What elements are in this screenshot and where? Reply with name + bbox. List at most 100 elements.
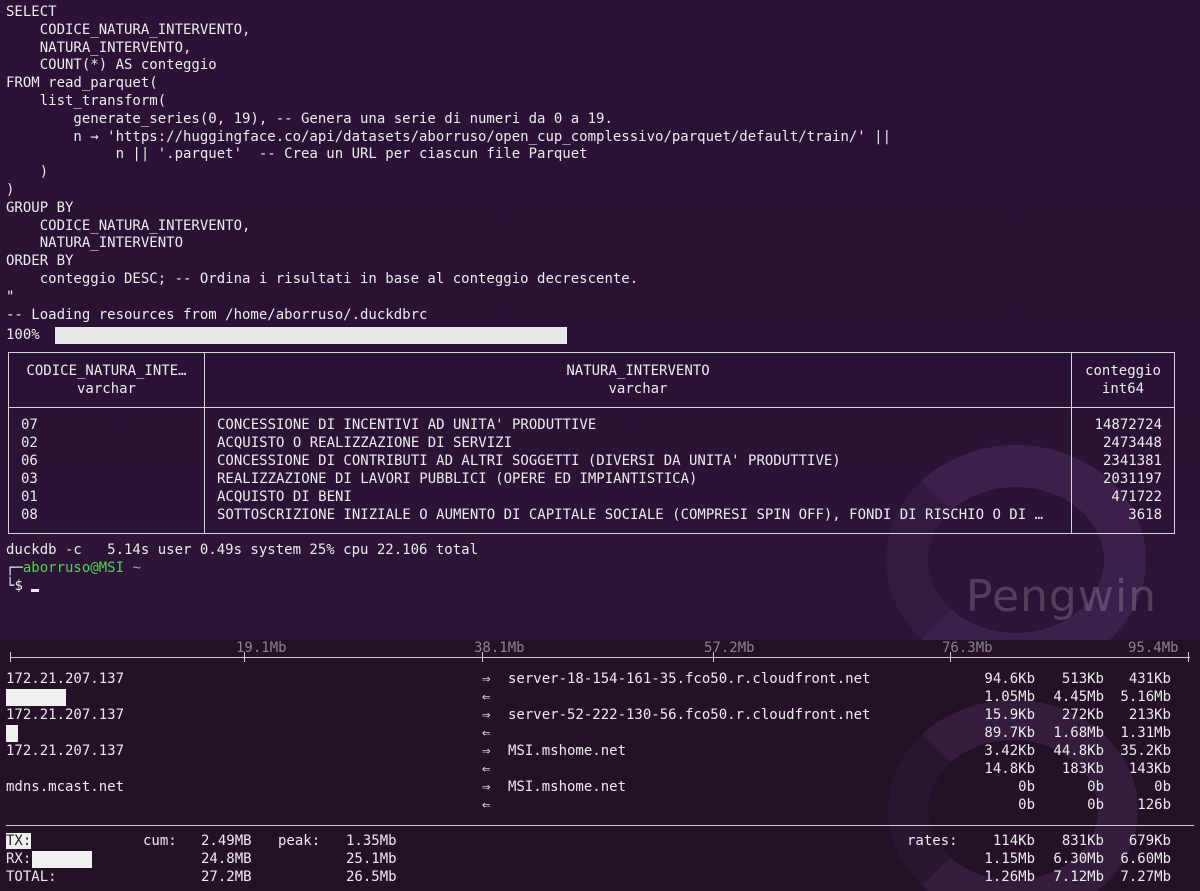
arrow-in-icon: ⇐ [482, 689, 491, 705]
total-rate-2s: 1.26Mb [984, 869, 1035, 885]
conn-rate-out: 0b [1018, 779, 1035, 795]
result-table: CODICE_NATURA_INTE… varchar NATURA_INTER… [8, 352, 1175, 534]
scale-axis [10, 657, 1190, 658]
sql-line: FROM read_parquet( [6, 75, 158, 92]
conn-rate-out: 35.2Kb [1120, 743, 1171, 759]
conn-rate-in: 0b [1087, 797, 1104, 813]
cell-count: 471722 [1111, 489, 1162, 505]
progress-label: 100% [6, 327, 40, 343]
progress-bar [55, 327, 567, 344]
conn-rate-out: 513Kb [1061, 671, 1104, 687]
cell-code: 06 [21, 453, 38, 469]
scale-label: 95.4Mb [1128, 640, 1179, 656]
conn-rate-in: 126b [1137, 797, 1171, 813]
cell-natura: SOTTOSCRIZIONE INIZIALE O AUMENTO DI CAP… [217, 507, 1044, 523]
sql-line: NATURA_INTERVENTO [6, 235, 184, 252]
cell-code: 08 [21, 507, 38, 523]
header-natura: NATURA_INTERVENTO [566, 363, 710, 379]
scale-label: 76.3Mb [942, 640, 993, 656]
cell-natura: CONCESSIONE DI INCENTIVI AD UNITA' PRODU… [217, 417, 597, 433]
conn-rate-out: 94.6Kb [984, 671, 1035, 687]
traffic-bar [6, 689, 66, 706]
totals-separator [6, 825, 1194, 826]
scale-label: 19.1Mb [236, 640, 287, 656]
conn-rate-in: 14.8Kb [984, 761, 1035, 777]
conn-source: 172.21.207.137 [6, 743, 125, 759]
conn-rate-in: 5.16Mb [1120, 689, 1171, 705]
rx-traffic-bar [32, 851, 92, 868]
arrow-out-icon: ⇒ [482, 671, 491, 687]
arrow-in-icon: ⇐ [482, 725, 491, 741]
sql-line: ) [6, 164, 49, 181]
text-cursor [31, 589, 40, 592]
scale-label: 57.2Mb [704, 640, 755, 656]
conn-rate-out: 15.9Kb [984, 707, 1035, 723]
cell-count: 2341381 [1102, 453, 1162, 469]
sql-line: list_transform( [6, 93, 167, 109]
conn-rate-in: 183Kb [1061, 761, 1104, 777]
conn-rate-in: 0b [1018, 797, 1035, 813]
sql-line: CODICE_NATURA_INTERVENTO, [6, 21, 251, 38]
iftop-panel: 19.1Mb 38.1Mb 57.2Mb 76.3Mb 95.4Mb 172.2… [0, 640, 1200, 891]
header-codice: CODICE_NATURA_INTE… [26, 363, 187, 379]
conn-rate-out: 0b [1154, 779, 1171, 795]
terminal-window[interactable]: Pengwin SELECT CODICE_NATURA_INTERVENTO,… [0, 0, 1200, 640]
total-cum: 27.2MB [201, 869, 252, 885]
total-peak: 26.5Mb [346, 869, 397, 885]
conn-rate-in: 4.45Mb [1053, 689, 1104, 705]
prompt-input-line[interactable]: └$ [6, 578, 40, 596]
rates-label: rates: [907, 833, 958, 849]
prompt-symbol: $ [14, 578, 23, 594]
prompt-line: ┌─aborruso@MSI ~ [6, 560, 141, 576]
tx-label: TX: [6, 833, 32, 849]
cell-code: 07 [21, 417, 38, 433]
total-label: TOTAL: [6, 869, 57, 885]
arrow-out-icon: ⇒ [482, 707, 491, 723]
sql-line: " [6, 288, 15, 305]
conn-rate-in: 1.68Mb [1053, 725, 1104, 741]
header-natura-type: varchar [608, 381, 668, 397]
total-rate-10s: 7.12Mb [1053, 869, 1104, 885]
conn-source: mdns.mcast.net [6, 779, 125, 795]
conn-rate-in: 1.05Mb [984, 689, 1035, 705]
sql-line: GROUP BY [6, 199, 74, 216]
conn-destination: server-52-222-130-56.fco50.r.cloudfront.… [508, 707, 871, 723]
cell-code: 01 [21, 489, 38, 505]
sql-line: ) [6, 182, 15, 198]
sql-line: conteggio DESC; -- Ordina i risultati in… [6, 271, 639, 287]
cell-count: 2031197 [1102, 471, 1162, 487]
sql-line: CODICE_NATURA_INTERVENTO, [6, 217, 251, 234]
arrow-out-icon: ⇒ [482, 743, 491, 759]
arrow-in-icon: ⇐ [482, 797, 491, 813]
peak-label: peak: [278, 833, 321, 849]
conn-rate-in: 1.31Mb [1120, 725, 1171, 741]
cell-natura: ACQUISTO DI BENI [217, 489, 352, 505]
cell-code: 03 [21, 471, 38, 487]
conn-rate-out: 431Kb [1128, 671, 1171, 687]
cell-natura: ACQUISTO O REALIZZAZIONE DI SERVIZI [217, 435, 513, 451]
tx-rate-40s: 679Kb [1128, 833, 1171, 849]
conn-destination: MSI.mshome.net [508, 779, 627, 795]
conn-rate-in: 143Kb [1128, 761, 1171, 777]
tx-peak: 1.35Mb [346, 833, 397, 849]
sql-line: n || '.parquet' -- Crea un URL per ciasc… [6, 146, 588, 163]
rx-rate-2s: 1.15Mb [984, 851, 1035, 867]
rx-label: RX: [6, 851, 32, 867]
total-rate-40s: 7.27Mb [1120, 869, 1171, 885]
conn-source: 172.21.207.137 [6, 671, 125, 687]
traffic-bar [6, 725, 18, 742]
conn-rate-out: 213Kb [1128, 707, 1171, 723]
prompt-dir: ~ [132, 560, 141, 576]
cell-natura: CONCESSIONE DI CONTRIBUTI AD ALTRI SOGGE… [217, 453, 841, 469]
rx-cum: 24.8MB [201, 851, 252, 867]
conn-destination: MSI.mshome.net [508, 743, 627, 759]
cum-label: cum: [143, 833, 177, 849]
sql-line: ORDER BY [6, 253, 74, 270]
conn-rate-out: 3.42Kb [984, 743, 1035, 759]
timing-output: duckdb -c 5.14s user 0.49s system 25% cp… [6, 542, 479, 558]
scale-label: 38.1Mb [474, 640, 525, 656]
arrow-in-icon: ⇐ [482, 761, 491, 777]
cell-count: 3618 [1128, 507, 1162, 523]
prompt-user-host: aborruso@MSI [22, 560, 125, 576]
tx-rate-2s: 114Kb [992, 833, 1035, 849]
